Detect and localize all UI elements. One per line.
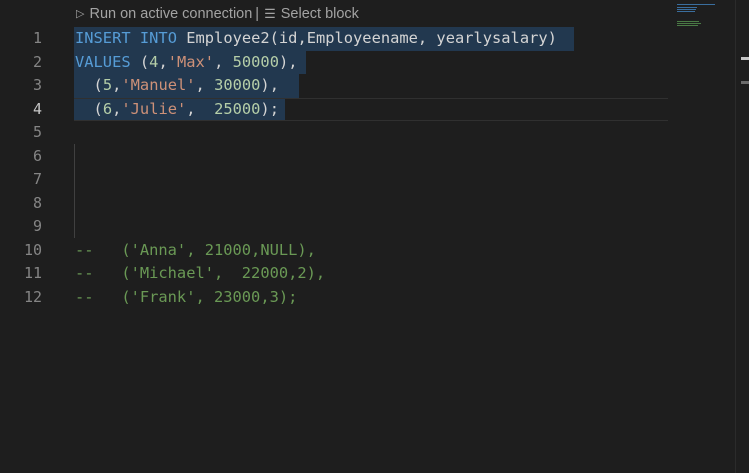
- code-line-4: 4 (6,'Julie', 25000);: [0, 97, 668, 122]
- code-line-3: 3 (5,'Manuel', 30000),: [0, 74, 668, 98]
- comment-text: -- ('Frank', 23000,3);: [75, 287, 298, 306]
- line-number: 12: [23, 287, 42, 306]
- line-number: 9: [32, 217, 42, 235]
- lines-icon: ☰: [264, 6, 276, 21]
- code-text: (5,'Manuel', 30000),: [93, 76, 279, 94]
- code-line-9: 9: [0, 215, 668, 239]
- code-text: VALUES (4,'Max', 50000),: [75, 52, 298, 71]
- line-number: 11: [23, 264, 42, 282]
- minimap-line: [677, 25, 698, 26]
- code-line-10: 10 -- ('Anna', 21000,NULL),: [0, 239, 668, 263]
- comment-text: -- ('Michael', 22000,2),: [75, 264, 326, 282]
- minimap-line: [677, 23, 701, 24]
- code-text: INSERT INTO Employee2(id,Employeename, y…: [75, 27, 557, 51]
- line-number: 6: [32, 146, 42, 165]
- line-number: 5: [32, 123, 42, 141]
- line-number: 7: [32, 170, 42, 188]
- codelens-bar: ▷ Run on active connection | ☰ Select bl…: [76, 4, 359, 24]
- code-editor[interactable]: 1 INSERT INTO Employee2(id,Employeename,…: [0, 27, 668, 327]
- minimap[interactable]: [673, 0, 749, 473]
- code-line-5: 5: [0, 121, 668, 145]
- minimap-line: [677, 11, 695, 12]
- code-line-8: 8: [0, 192, 668, 216]
- run-on-active-connection-link[interactable]: Run on active connection: [89, 4, 252, 24]
- codelens-separator: |: [255, 6, 260, 22]
- overview-ruler-cursor: [741, 57, 749, 60]
- line-number: 10: [23, 240, 42, 259]
- comment-text: -- ('Anna', 21000,NULL),: [75, 240, 316, 259]
- minimap-line: [677, 7, 697, 8]
- code-line-2: 2 VALUES (4,'Max', 50000),: [0, 51, 668, 75]
- keyword-values: VALUES: [75, 52, 131, 71]
- keyword-insert: INSERT: [75, 29, 131, 47]
- line-number: 4: [32, 99, 42, 118]
- code-line-12: 12 -- ('Frank', 23000,3);: [0, 286, 668, 310]
- play-icon: ▷: [76, 8, 85, 20]
- code-line-11: 11 -- ('Michael', 22000,2),: [0, 262, 668, 286]
- select-block-link[interactable]: Select block: [281, 4, 359, 24]
- scrollbar-track[interactable]: [735, 0, 736, 473]
- code-text: (6,'Julie', 25000);: [93, 99, 279, 118]
- line-number: 8: [32, 193, 42, 212]
- minimap-line: [677, 4, 715, 5]
- line-number: 3: [32, 76, 42, 94]
- code-line-1: 1 INSERT INTO Employee2(id,Employeename,…: [0, 27, 668, 51]
- table-columns: Employee2(id,Employeename, yearlysalary): [186, 29, 557, 47]
- overview-ruler-selection: [741, 81, 749, 84]
- line-number: 2: [32, 52, 42, 71]
- keyword-into: INTO: [139, 29, 177, 47]
- line-number: 1: [32, 29, 42, 47]
- code-line-7: 7: [0, 168, 668, 192]
- code-line-6: 6: [0, 145, 668, 169]
- minimap-line: [677, 9, 696, 10]
- minimap-line: [677, 21, 699, 22]
